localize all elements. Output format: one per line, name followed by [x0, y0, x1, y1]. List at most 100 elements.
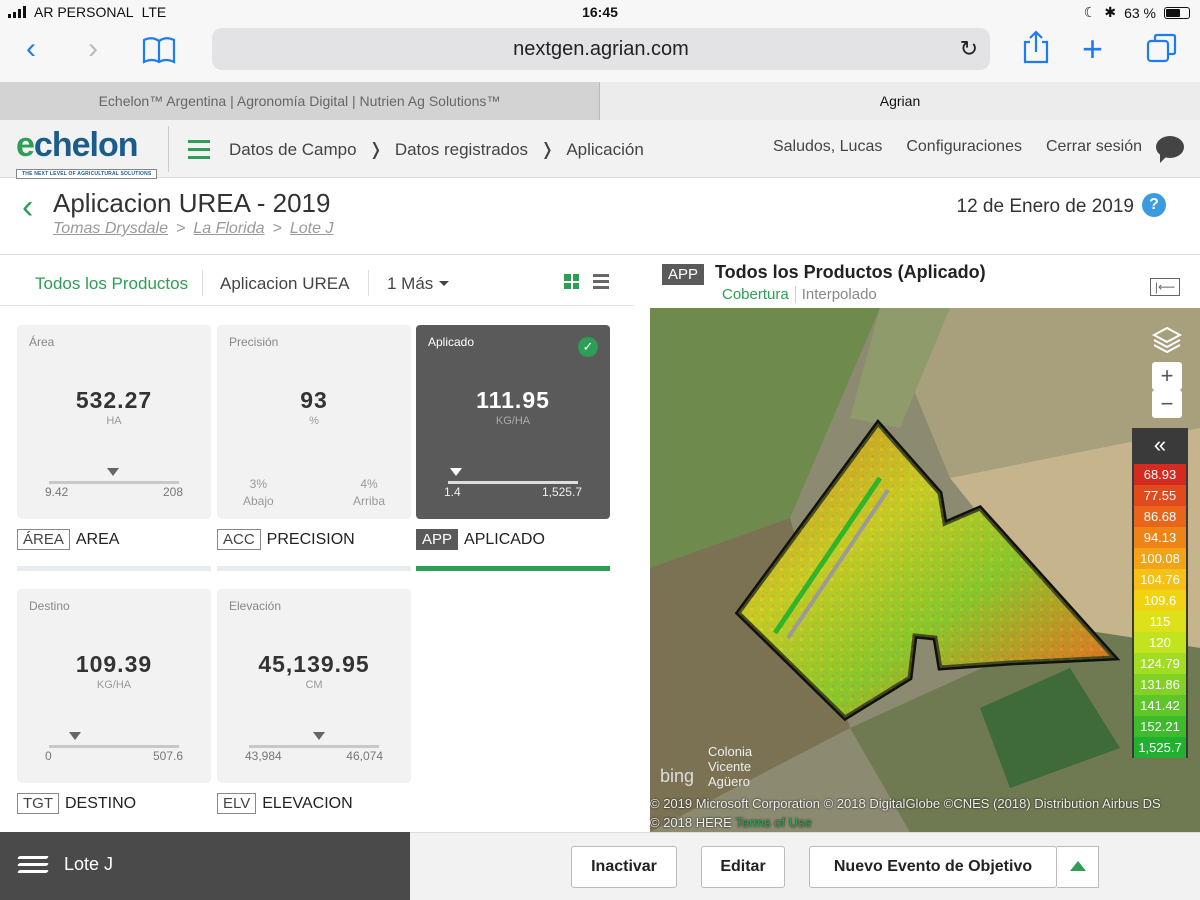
layers-icon[interactable] [1152, 324, 1182, 354]
tab-agrian[interactable]: Agrian [600, 82, 1200, 120]
legend-item: 100.08 [1134, 548, 1186, 569]
bluetooth-icon: ✱ [1104, 4, 1117, 20]
card-area[interactable]: Área 532.27 HA 9.42 208 [17, 325, 211, 519]
place-label: Colonia [708, 744, 753, 759]
check-icon: ✓ [578, 337, 598, 357]
tab-echelon[interactable]: Echelon™ Argentina | Agronomía Digital |… [0, 82, 600, 120]
legend-item: 124.79 [1134, 653, 1186, 674]
card-target-title: TGT DESTINO [17, 793, 136, 814]
tab-all-products[interactable]: Todos los Productos [35, 274, 188, 294]
card-elevation-title: ELV ELEVACION [217, 793, 353, 814]
crumb-datos-registrados[interactable]: Datos registrados [395, 140, 528, 160]
crumb-grower[interactable]: Tomas Drysdale [53, 220, 168, 238]
zoom-in-button[interactable]: + [1152, 362, 1182, 390]
map-title: Todos los Productos (Aplicado) [715, 262, 986, 282]
greeting: Saludos, Lucas [772, 138, 883, 155]
svg-text:Agüero: Agüero [708, 774, 750, 789]
tab-urea[interactable]: Aplicacion UREA [220, 274, 349, 294]
list-view-icon[interactable] [593, 274, 609, 292]
crumb-field[interactable]: Lote J [290, 220, 334, 238]
precision-value: 93 [300, 387, 328, 413]
breadcrumb: Datos de Campo ❭ Datos registrados ❭ Apl… [229, 140, 644, 160]
crumb-aplicacion[interactable]: Aplicación [566, 140, 644, 160]
elevation-value: 45,139.95 [258, 651, 370, 677]
coverage-map[interactable]: Colonia Vicente Agüero bing © 2019 Micro… [650, 308, 1200, 832]
tab-more[interactable]: 1 Más [387, 274, 450, 294]
legend-item: 68.93 [1134, 464, 1186, 485]
page-title: Aplicacion UREA - 2019 [53, 188, 331, 218]
url-bar[interactable]: nextgen.agrian.com ↻ [212, 28, 990, 70]
map-header: APP Todos los Productos (Aplicado) Cober… [650, 262, 1200, 308]
legend-item: 109.6 [1134, 590, 1186, 611]
event-date: 12 de Enero de 2019 [956, 196, 1135, 217]
deactivate-button[interactable]: Inactivar [571, 846, 677, 888]
applied-value: 111.95 [476, 387, 550, 413]
svg-text:Vicente: Vicente [708, 759, 751, 774]
edit-button[interactable]: Editar [701, 846, 785, 888]
browser-tabs: Echelon™ Argentina | Agronomía Digital |… [0, 82, 1200, 120]
bookmarks-icon[interactable] [142, 36, 176, 64]
field-rows-icon [17, 856, 49, 877]
crumb-farm[interactable]: La Florida [193, 220, 264, 238]
legend-item: 120 [1134, 632, 1186, 653]
reload-icon[interactable]: ↻ [960, 28, 978, 70]
legend-item: 115 [1134, 611, 1186, 632]
area-value: 532.27 [75, 387, 153, 413]
zoom-out-button[interactable]: − [1152, 390, 1182, 418]
echelon-logo[interactable]: echelon THE NEXT LEVEL OF AGRICULTURAL S… [16, 128, 166, 180]
card-elevation[interactable]: Elevación 45,139.95 CM 43,984 46,074 [217, 589, 411, 783]
legend-item: 104.76 [1134, 569, 1186, 590]
browser-toolbar: ‹ › nextgen.agrian.com ↻ + [0, 24, 1200, 82]
help-icon[interactable]: ? [1142, 193, 1166, 217]
legend-item: 77.55 [1134, 485, 1186, 506]
bing-logo: bing [660, 766, 694, 786]
card-target[interactable]: Destino 109.39 KG/HA 0 507.6 [17, 589, 211, 783]
share-icon[interactable] [1022, 30, 1050, 64]
tabs-icon[interactable] [1146, 32, 1178, 64]
tab-interpolated[interactable]: Interpolado [794, 286, 877, 303]
map-legend: « 68.93 77.55 86.68 94.13 100.08 104.76 109.6 1… [1132, 428, 1188, 758]
legend-item: 152.21 [1134, 716, 1186, 737]
clock: 16:45 [582, 4, 618, 20]
forward-icon[interactable]: › [88, 34, 98, 64]
legend-item: 86.68 [1134, 506, 1186, 527]
chevron-up-icon[interactable] [1057, 846, 1099, 888]
logout-link[interactable]: Cerrar sesión [1046, 138, 1142, 156]
range-marker [313, 732, 325, 740]
battery-icon [1164, 6, 1190, 19]
legend-item: 94.13 [1134, 527, 1186, 548]
app-header: echelon THE NEXT LEVEL OF AGRICULTURAL S… [0, 120, 1200, 180]
chat-icon[interactable] [1156, 136, 1184, 163]
tab-coverage[interactable]: Cobertura [722, 286, 789, 303]
new-tab-icon[interactable]: + [1082, 31, 1103, 67]
back-chevron-icon[interactable]: ‹ [22, 190, 33, 224]
chevron-down-icon [439, 281, 450, 291]
grid-view-icon[interactable] [564, 274, 579, 289]
field-name: Lote J [64, 854, 114, 874]
legend-item: 131.86 [1134, 674, 1186, 695]
range-marker [450, 468, 462, 476]
card-applied[interactable]: Aplicado ✓ 111.95 KG/HA 1.4 1,525.7 [416, 325, 610, 519]
settings-link[interactable]: Configuraciones [906, 138, 1022, 156]
legend-item: 1,525.7 [1134, 737, 1186, 758]
battery-percent: 63 % [1124, 4, 1156, 21]
map-attribution: © 2019 Microsoft Corporation © 2018 Digi… [650, 796, 1161, 830]
menu-icon[interactable] [188, 140, 210, 164]
new-target-event-button[interactable]: Nuevo Evento de Objetivo [809, 846, 1057, 888]
range-marker [107, 468, 119, 476]
product-tabs: Todos los Productos Aplicacion UREA 1 Má… [0, 262, 634, 306]
back-icon[interactable]: ‹ [26, 34, 36, 64]
card-applied-title: APP APLICADO [416, 529, 545, 550]
field-selector[interactable]: Lote J [0, 832, 410, 900]
card-precision[interactable]: Precisión 93 % 3% Abajo 4% Arriba [217, 325, 411, 519]
terms-link[interactable]: Terms of Use [735, 815, 812, 830]
range-marker [69, 732, 81, 740]
url-text: nextgen.agrian.com [513, 38, 689, 60]
crumb-datos-campo[interactable]: Datos de Campo [229, 140, 357, 160]
status-bar: AR PERSONAL LTE 16:45 ☾ ✱ 63 % [0, 0, 1200, 24]
legend-toggle-icon[interactable]: « [1132, 428, 1188, 464]
legend-item: 141.42 [1134, 695, 1186, 716]
moon-icon: ☾ [1083, 4, 1097, 20]
collapse-panel-icon[interactable]: |⟵ [1150, 278, 1180, 296]
card-precision-title: ACC PRECISION [217, 529, 355, 550]
